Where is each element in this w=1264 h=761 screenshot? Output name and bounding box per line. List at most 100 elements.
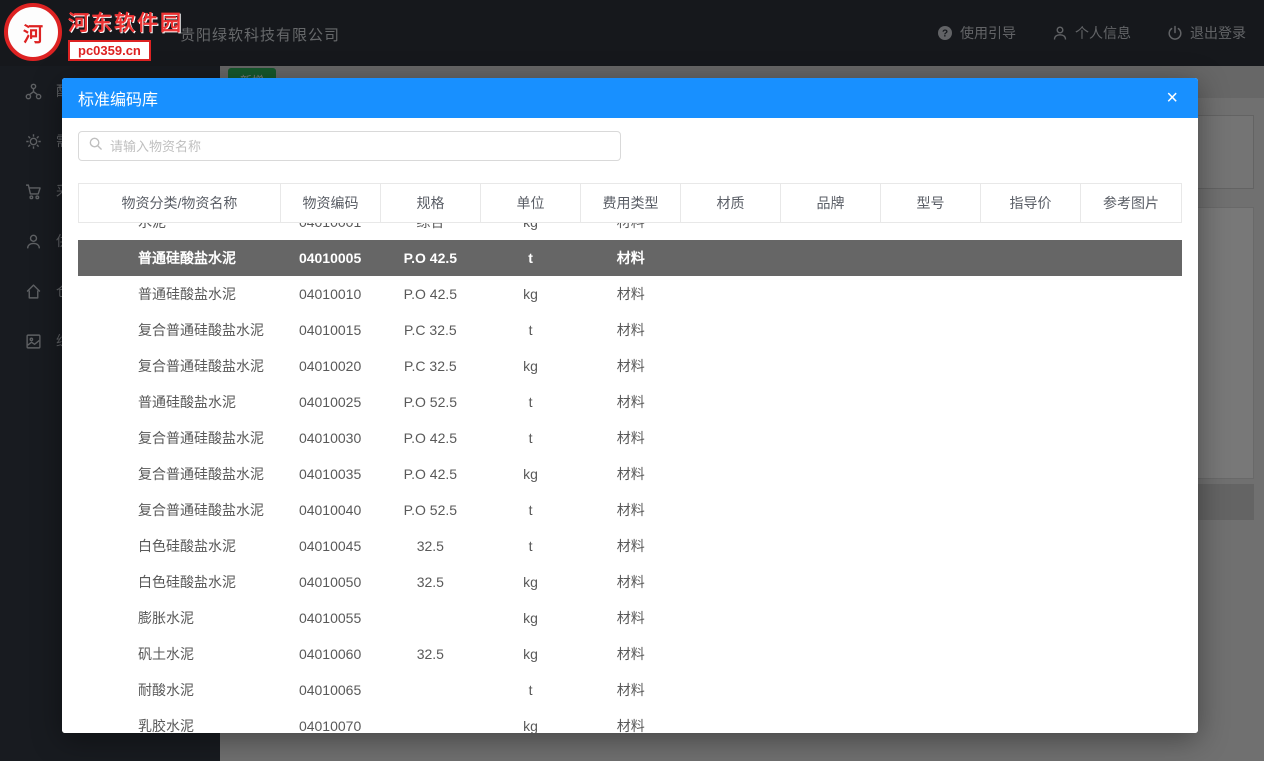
modal-title: 标准编码库	[78, 86, 158, 110]
cell-unit: kg	[480, 223, 580, 230]
table-row[interactable]: 普通硅酸盐水泥04010010P.O 42.5kg材料	[78, 276, 1182, 312]
cell-name: 复合普通硅酸盐水泥	[78, 500, 280, 520]
table-row[interactable]: 复合普通硅酸盐水泥04010020P.C 32.5kg材料	[78, 348, 1182, 384]
cell-cost_type: 材料	[581, 716, 681, 733]
cell-spec: P.O 52.5	[380, 394, 480, 410]
column-header: 单位	[481, 184, 581, 222]
cell-cost_type: 材料	[581, 428, 681, 448]
cell-cost_type: 材料	[581, 392, 681, 412]
cell-spec: 32.5	[380, 646, 480, 662]
column-header: 规格	[381, 184, 481, 222]
cell-unit: kg	[480, 286, 580, 302]
table-row[interactable]: 普通硅酸盐水泥04010005P.O 42.5t材料	[78, 240, 1182, 276]
cell-cost_type: 材料	[581, 356, 681, 376]
cell-cost_type: 材料	[581, 248, 681, 268]
column-header: 指导价	[981, 184, 1081, 222]
table-body-viewport[interactable]: 水泥04010001综合kg材料普通硅酸盐水泥04010005P.O 42.5t…	[78, 223, 1182, 733]
cell-spec: P.O 42.5	[380, 430, 480, 446]
cell-unit: t	[480, 322, 580, 338]
cell-code: 04010030	[280, 430, 380, 446]
cell-spec: P.O 42.5	[380, 466, 480, 482]
column-header: 物资编码	[281, 184, 381, 222]
cell-unit: kg	[480, 574, 580, 590]
cell-unit: kg	[480, 610, 580, 626]
cell-cost_type: 材料	[581, 320, 681, 340]
table-header-row: 物资分类/物资名称物资编码规格单位费用类型材质品牌型号指导价参考图片	[78, 183, 1182, 223]
standard-code-library-modal: 标准编码库 × 物资分类/物资名称物资编码规格单位费用类型材质品牌型号指导价参考…	[62, 78, 1198, 733]
table-row[interactable]: 耐酸水泥04010065t材料	[78, 672, 1182, 708]
table-row[interactable]: 白色硅酸盐水泥0401005032.5kg材料	[78, 564, 1182, 600]
cell-name: 膨胀水泥	[78, 608, 280, 628]
cell-code: 04010060	[280, 646, 380, 662]
table-row[interactable]: 水泥04010001综合kg材料	[78, 223, 1182, 240]
cell-name: 乳胶水泥	[78, 716, 280, 733]
cell-cost_type: 材料	[581, 644, 681, 664]
cell-code: 04010010	[280, 286, 380, 302]
cell-spec: P.C 32.5	[380, 322, 480, 338]
table-row[interactable]: 矾土水泥0401006032.5kg材料	[78, 636, 1182, 672]
cell-code: 04010055	[280, 610, 380, 626]
column-header: 品牌	[781, 184, 881, 222]
cell-name: 白色硅酸盐水泥	[78, 572, 280, 592]
cell-code: 04010020	[280, 358, 380, 374]
column-header: 型号	[881, 184, 981, 222]
cell-name: 复合普通硅酸盐水泥	[78, 356, 280, 376]
cell-spec: 32.5	[380, 538, 480, 554]
cell-name: 复合普通硅酸盐水泥	[78, 464, 280, 484]
materials-table: 物资分类/物资名称物资编码规格单位费用类型材质品牌型号指导价参考图片 水泥040…	[78, 183, 1182, 733]
cell-spec: P.O 52.5	[380, 502, 480, 518]
cell-code: 04010015	[280, 322, 380, 338]
search-input[interactable]	[110, 139, 611, 154]
cell-name: 耐酸水泥	[78, 680, 280, 700]
table-row[interactable]: 复合普通硅酸盐水泥04010035P.O 42.5kg材料	[78, 456, 1182, 492]
cell-code: 04010035	[280, 466, 380, 482]
cell-code: 04010070	[280, 718, 380, 733]
cell-spec: P.O 42.5	[380, 286, 480, 302]
cell-cost_type: 材料	[581, 464, 681, 484]
cell-spec: 综合	[380, 223, 480, 232]
close-icon[interactable]: ×	[1162, 88, 1182, 108]
cell-code: 04010045	[280, 538, 380, 554]
table-row[interactable]: 复合普通硅酸盐水泥04010040P.O 52.5t材料	[78, 492, 1182, 528]
table-row[interactable]: 复合普通硅酸盐水泥04010015P.C 32.5t材料	[78, 312, 1182, 348]
column-header: 费用类型	[581, 184, 681, 222]
cell-cost_type: 材料	[581, 572, 681, 592]
table-row[interactable]: 普通硅酸盐水泥04010025P.O 52.5t材料	[78, 384, 1182, 420]
cell-code: 04010005	[280, 250, 380, 266]
cell-name: 普通硅酸盐水泥	[78, 392, 280, 412]
cell-cost_type: 材料	[581, 500, 681, 520]
search-box	[78, 131, 621, 161]
cell-unit: t	[480, 394, 580, 410]
cell-code: 04010001	[280, 223, 380, 230]
cell-unit: t	[480, 430, 580, 446]
cell-unit: kg	[480, 718, 580, 733]
cell-cost_type: 材料	[581, 536, 681, 556]
cell-name: 复合普通硅酸盐水泥	[78, 320, 280, 340]
table-row[interactable]: 白色硅酸盐水泥0401004532.5t材料	[78, 528, 1182, 564]
cell-cost_type: 材料	[581, 223, 681, 232]
cell-name: 白色硅酸盐水泥	[78, 536, 280, 556]
modal-header: 标准编码库 ×	[62, 78, 1198, 118]
cell-unit: t	[480, 682, 580, 698]
table-row[interactable]: 复合普通硅酸盐水泥04010030P.O 42.5t材料	[78, 420, 1182, 456]
cell-unit: kg	[480, 466, 580, 482]
cell-code: 04010040	[280, 502, 380, 518]
column-header: 材质	[681, 184, 781, 222]
table-row[interactable]: 乳胶水泥04010070 kg材料	[78, 708, 1182, 733]
cell-unit: kg	[480, 646, 580, 662]
cell-cost_type: 材料	[581, 284, 681, 304]
cell-name: 普通硅酸盐水泥	[78, 284, 280, 304]
cell-unit: t	[480, 538, 580, 554]
cell-code: 04010050	[280, 574, 380, 590]
cell-cost_type: 材料	[581, 608, 681, 628]
cell-name: 普通硅酸盐水泥	[78, 248, 280, 268]
cell-unit: t	[480, 502, 580, 518]
cell-name: 水泥	[78, 223, 280, 232]
search-icon	[88, 136, 103, 156]
cell-name: 矾土水泥	[78, 644, 280, 664]
cell-code: 04010025	[280, 394, 380, 410]
column-header: 参考图片	[1081, 184, 1181, 222]
table-body: 水泥04010001综合kg材料普通硅酸盐水泥04010005P.O 42.5t…	[78, 223, 1182, 733]
cell-spec: 32.5	[380, 574, 480, 590]
table-row[interactable]: 膨胀水泥04010055 kg材料	[78, 600, 1182, 636]
